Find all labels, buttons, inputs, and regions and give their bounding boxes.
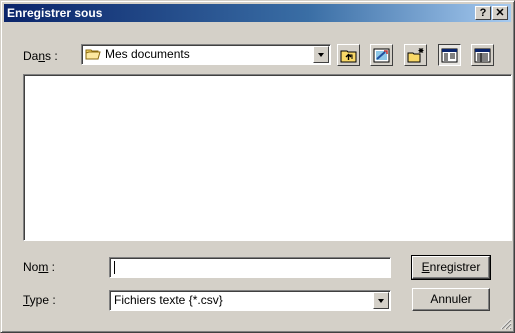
details-view-button[interactable] (471, 44, 494, 66)
title-bar[interactable]: Enregistrer sous ? ✕ (4, 4, 511, 22)
new-folder-button[interactable] (404, 44, 427, 66)
list-view-button[interactable] (438, 44, 461, 66)
up-folder-icon (340, 50, 357, 63)
desktop-button[interactable] (370, 44, 393, 66)
save-as-dialog: Enregistrer sous ? ✕ Dans : Mes document… (0, 0, 515, 333)
details-view-icon (474, 48, 491, 63)
close-button[interactable]: ✕ (492, 6, 508, 20)
filetype-dropdown[interactable]: Fichiers texte {*.csv} (109, 290, 391, 311)
location-dropdown-arrow[interactable] (313, 46, 329, 63)
desktop-icon (373, 48, 390, 63)
save-button[interactable]: Enregistrer (411, 255, 491, 280)
location-dropdown[interactable]: Mes documents (81, 44, 331, 65)
filetype-label: Type : (23, 293, 56, 307)
resize-grip-icon[interactable] (500, 318, 512, 330)
filetype-value: Fichiers texte {*.csv} (114, 293, 223, 307)
new-folder-icon (407, 48, 424, 63)
file-list[interactable] (23, 74, 512, 241)
filename-input[interactable] (109, 257, 391, 278)
folder-icon (85, 47, 101, 64)
location-label: Dans : (23, 49, 58, 63)
list-view-icon (441, 48, 458, 63)
text-caret (114, 261, 115, 274)
dialog-title: Enregistrer sous (7, 6, 103, 20)
help-button[interactable]: ? (475, 6, 491, 20)
up-one-level-button[interactable] (337, 44, 360, 66)
filename-label: Nom : (23, 260, 56, 274)
filetype-dropdown-arrow[interactable] (373, 292, 389, 309)
location-value: Mes documents (105, 47, 190, 61)
cancel-button[interactable]: Annuler (412, 288, 490, 311)
